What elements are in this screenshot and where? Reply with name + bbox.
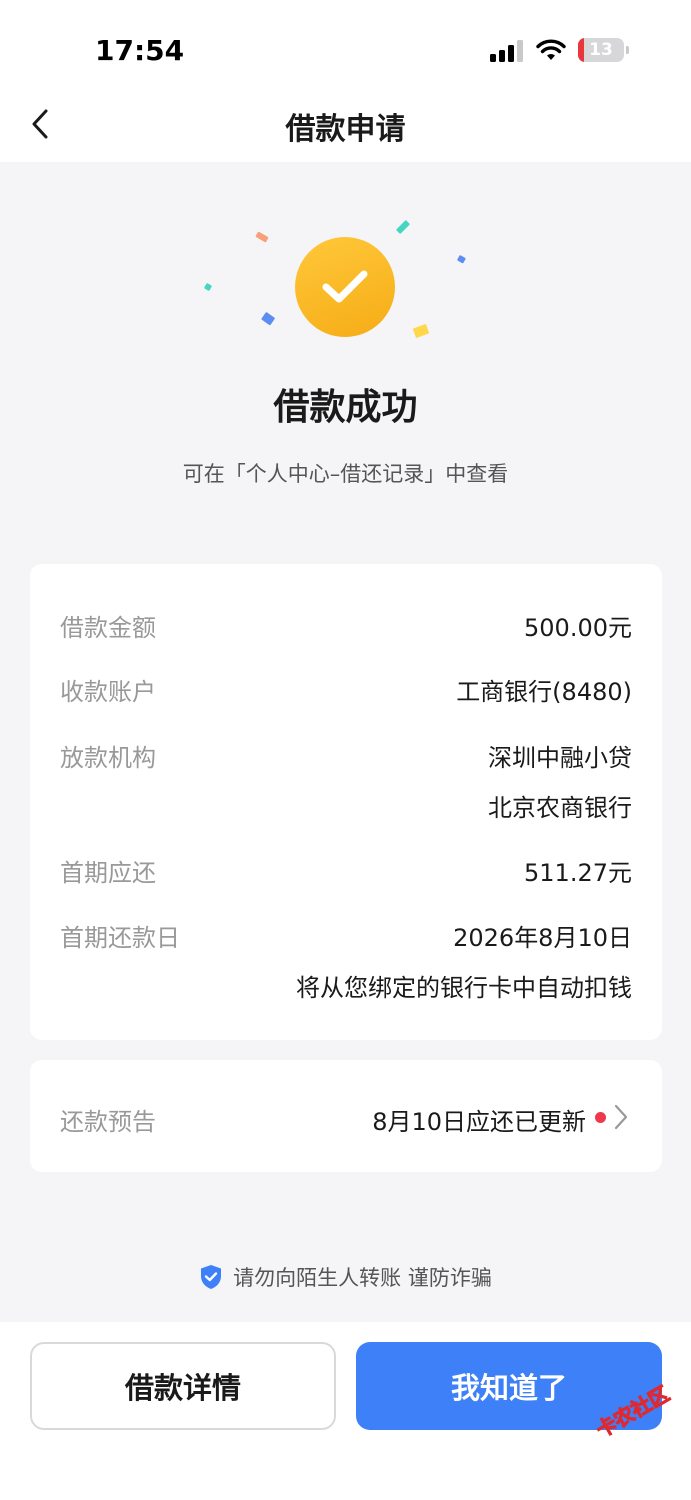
amount-label: 借款金额 bbox=[60, 614, 156, 642]
loan-detail-card: 借款金额 500.00元 收款账户 工商银行(8480) 放款机构 深圳中融小贷… bbox=[30, 564, 662, 1040]
unread-dot bbox=[595, 1112, 606, 1123]
lender-label: 放款机构 bbox=[60, 744, 156, 772]
loan-detail-button[interactable]: 借款详情 bbox=[30, 1342, 336, 1430]
battery-icon: 13 bbox=[578, 38, 624, 62]
status-time: 17:54 bbox=[95, 34, 185, 67]
battery-level: 13 bbox=[589, 40, 613, 60]
wifi-icon bbox=[536, 39, 566, 60]
notice-label: 还款预告 bbox=[60, 1108, 156, 1136]
lender-value-2: 北京农商银行 bbox=[488, 794, 632, 822]
cellular-signal-icon bbox=[490, 40, 523, 62]
account-label: 收款账户 bbox=[60, 678, 156, 706]
nav-bar: 借款申请 bbox=[0, 90, 691, 162]
repayment-notice-row[interactable]: 还款预告 8月10日应还已更新 bbox=[30, 1060, 662, 1172]
status-bar: 17:54 13 bbox=[0, 0, 691, 90]
auto-debit-note: 将从您绑定的银行卡中自动扣钱 bbox=[296, 974, 632, 1002]
check-circle-icon bbox=[295, 237, 395, 337]
amount-value: 500.00元 bbox=[524, 614, 632, 642]
first-payment-value: 511.27元 bbox=[524, 859, 632, 887]
page-title: 借款申请 bbox=[285, 112, 406, 147]
battery-tip bbox=[626, 46, 629, 54]
bottom-action-bar: 借款详情 我知道了 bbox=[0, 1322, 691, 1500]
notice-value: 8月10日应还已更新 bbox=[372, 1108, 586, 1136]
account-value: 工商银行(8480) bbox=[456, 678, 632, 706]
success-hint: 可在「个人中心–借还记录」中查看 bbox=[182, 462, 509, 486]
lender-value-1: 深圳中融小贷 bbox=[488, 744, 632, 772]
first-due-date-label: 首期还款日 bbox=[60, 924, 180, 952]
first-payment-label: 首期应还 bbox=[60, 859, 156, 887]
checkmark-icon bbox=[322, 270, 368, 303]
shield-check-icon bbox=[201, 1265, 222, 1289]
first-due-date-value: 2026年8月10日 bbox=[453, 924, 632, 952]
success-title: 借款成功 bbox=[273, 387, 418, 428]
chevron-right-icon bbox=[614, 1104, 628, 1130]
anti-fraud-text: 请勿向陌生人转账 谨防诈骗 bbox=[233, 1266, 492, 1290]
anti-fraud-notice: 请勿向陌生人转账 谨防诈骗 bbox=[0, 1262, 691, 1292]
